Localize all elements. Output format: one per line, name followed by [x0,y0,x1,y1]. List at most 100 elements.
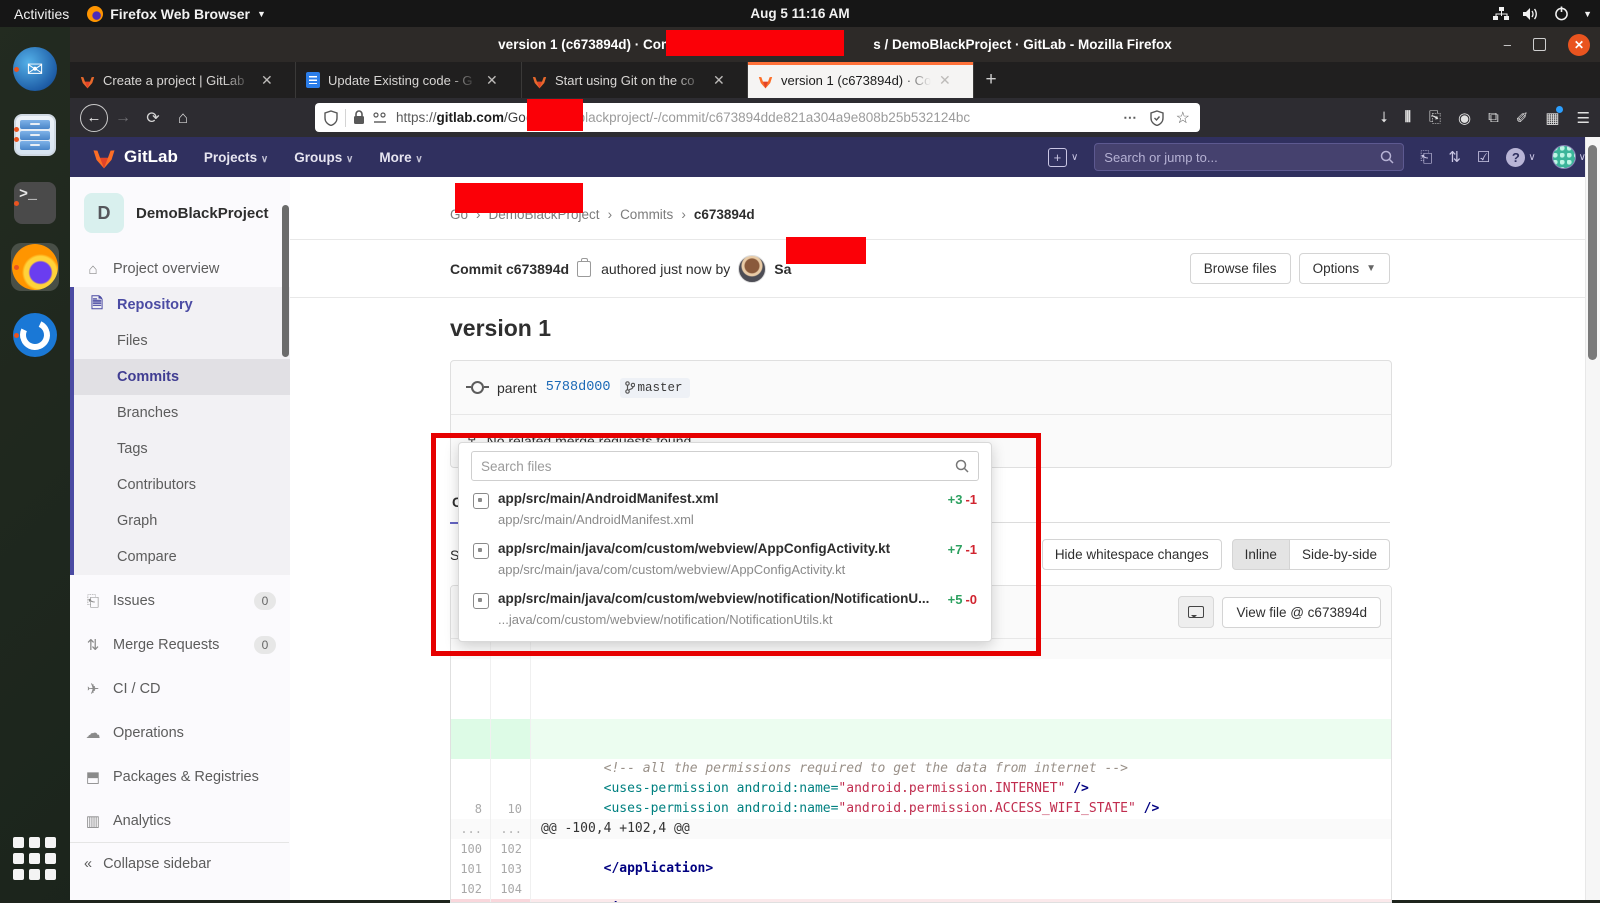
dock-terminal[interactable]: >_ [11,179,59,227]
diff-line[interactable]: 102104 [451,879,1391,899]
sidebar-item-merge-requests[interactable]: ⇅Merge Requests0 [70,627,290,663]
sidebar-item-branches[interactable]: Branches [74,395,290,431]
browser-tab[interactable]: Update Existing code - G✕ [296,62,522,98]
sidebar-item-tags[interactable]: Tags [74,431,290,467]
extensions-icon[interactable]: ▦ [1545,109,1559,127]
sidebar-item-ci-cd[interactable]: ✈CI / CD [70,671,290,707]
diff-line[interactable]: <!-- all the permissions required to get… [451,759,1391,779]
url-bar[interactable]: https://gitlab.com/Goce/demoblackproject… [315,103,1200,132]
clock[interactable]: Aug 5 11:16 AM [0,6,1600,21]
browser-tab[interactable]: version 1 (c673894d) · Co✕ [748,62,974,98]
inline-view-button[interactable]: Inline [1232,539,1290,570]
permissions-icon[interactable] [373,112,388,124]
power-icon[interactable] [1554,6,1569,21]
dock-thunderbird[interactable]: ✉ [11,45,59,93]
tab-close-icon[interactable]: ✕ [939,72,951,89]
tab-close-icon[interactable]: ✕ [486,72,498,89]
sidebar-item-issues[interactable]: ⎗Issues0 [70,583,290,619]
restore-button[interactable] [1533,38,1546,51]
download-icon[interactable]: ⭣ [1381,109,1388,126]
browser-tab[interactable]: Start using Git on the co✕ [522,62,748,98]
sidebar-scrollbar[interactable] [282,205,289,357]
diff-line[interactable] [451,739,1391,759]
diff-line[interactable]: <uses-permission android:name="android.p… [451,779,1391,799]
diff-line[interactable]: 100102 [451,839,1391,859]
diff-line[interactable] [451,659,1391,679]
user-menu[interactable]: ∨ [1552,145,1586,169]
sidebar-item-project-overview[interactable]: ⌂ Project overview [70,251,290,287]
sidebar-item-contributors[interactable]: Contributors [74,467,290,503]
screenshot-icon[interactable]: ⧉ [1488,109,1499,126]
sidebar-item-analytics[interactable]: ▥Analytics [70,803,290,839]
new-menu[interactable]: +∨ [1048,148,1078,167]
sidebar-toggle-icon[interactable]: ⎘ [1429,109,1441,126]
back-button[interactable]: ← [80,104,108,132]
view-file-button[interactable]: View file @ c673894d [1222,597,1381,628]
system-top-bar: Activities Firefox Web Browser ▼ Aug 5 1… [0,0,1600,27]
page-actions-icon[interactable]: ⋯ [1123,110,1138,126]
browser-tab[interactable]: Create a project | GitLab✕ [70,62,296,98]
help-menu[interactable]: ?∨ [1506,148,1535,167]
forward-button[interactable]: → [108,109,138,127]
sidebar-item-graph[interactable]: Graph [74,503,290,539]
menu-icon[interactable]: ☰ [1577,109,1590,127]
project-header[interactable]: D DemoBlackProject [70,177,290,251]
new-tab-button[interactable]: + [974,62,1008,98]
hide-whitespace-button[interactable]: Hide whitespace changes [1042,539,1222,570]
nav-groups[interactable]: Groups ∨ [294,150,353,165]
plus-icon: + [1048,148,1067,167]
sidebar-item-compare[interactable]: Compare [74,539,290,575]
search-input[interactable]: Search or jump to... [1094,143,1404,171]
toggle-comments-button[interactable] [1178,596,1214,628]
diff-line[interactable] [451,719,1391,739]
copy-icon[interactable] [577,261,591,277]
page-scrollbar[interactable] [1585,137,1600,900]
minimize-button[interactable]: – [1504,37,1511,52]
diff-line[interactable] [451,679,1391,699]
close-button[interactable]: ✕ [1568,34,1590,56]
diff-line[interactable]: ......@@ -100,4 +102,4 @@ [451,819,1391,839]
reload-button[interactable]: ⟳ [138,108,168,128]
dock-firefox[interactable] [11,243,59,291]
diff-line[interactable]: 810 <uses-permission android:name="andro… [451,799,1391,819]
diff-line-code: </application> [531,859,1391,879]
diff-line[interactable]: 101103 </application> [451,859,1391,879]
scrollbar-thumb[interactable] [1588,145,1597,360]
account-icon[interactable]: ◉ [1458,109,1471,127]
browse-files-button[interactable]: Browse files [1190,253,1291,284]
nav-more[interactable]: More ∨ [379,150,422,165]
branch-badge[interactable]: master [620,378,690,398]
show-apps-icon[interactable] [13,837,57,881]
sidebar-item-files[interactable]: Files [74,323,290,359]
tracking-shield-icon[interactable] [324,110,338,126]
library-icon[interactable]: ⫴ [1405,109,1412,126]
sidebar-item-packages-registries[interactable]: ⬒Packages & Registries [70,759,290,795]
volume-icon[interactable] [1523,7,1540,21]
diff-line[interactable] [451,699,1391,719]
eyedropper-icon[interactable]: ✐ [1516,109,1529,127]
tab-close-icon[interactable]: ✕ [261,72,273,89]
sidebar-item-commits[interactable]: Commits [74,359,290,395]
merge-requests-nav-icon[interactable]: ⇅ [1448,148,1461,166]
dock-files[interactable] [11,111,59,159]
chevron-down-icon[interactable]: ▼ [1583,9,1592,19]
sidebar-item-repository[interactable]: 🗎 Repository [74,287,290,323]
author-avatar[interactable] [738,255,766,283]
breadcrumb-link[interactable]: Commits [620,207,673,222]
sidebar-item-operations[interactable]: ☁Operations [70,715,290,751]
options-button[interactable]: Options▼ [1299,253,1390,284]
sidebar-item-label: Operations [113,725,184,741]
tab-close-icon[interactable]: ✕ [713,72,725,89]
nav-projects[interactable]: Projects ∨ [204,150,268,165]
gitlab-logo[interactable]: GitLab [92,146,178,169]
shield-check-icon[interactable] [1150,110,1164,126]
bookmark-star-icon[interactable]: ☆ [1176,108,1190,128]
network-icon[interactable] [1493,7,1509,21]
todos-nav-icon[interactable]: ☑ [1477,148,1490,166]
side-by-side-button[interactable]: Side-by-side [1290,539,1390,570]
issues-nav-icon[interactable]: ⎗ [1420,149,1432,166]
collapse-sidebar-button[interactable]: « Collapse sidebar [70,842,289,884]
home-button[interactable]: ⌂ [168,108,198,128]
dock-mattermost[interactable] [11,311,59,359]
parent-sha-link[interactable]: 5788d000 [546,380,611,395]
